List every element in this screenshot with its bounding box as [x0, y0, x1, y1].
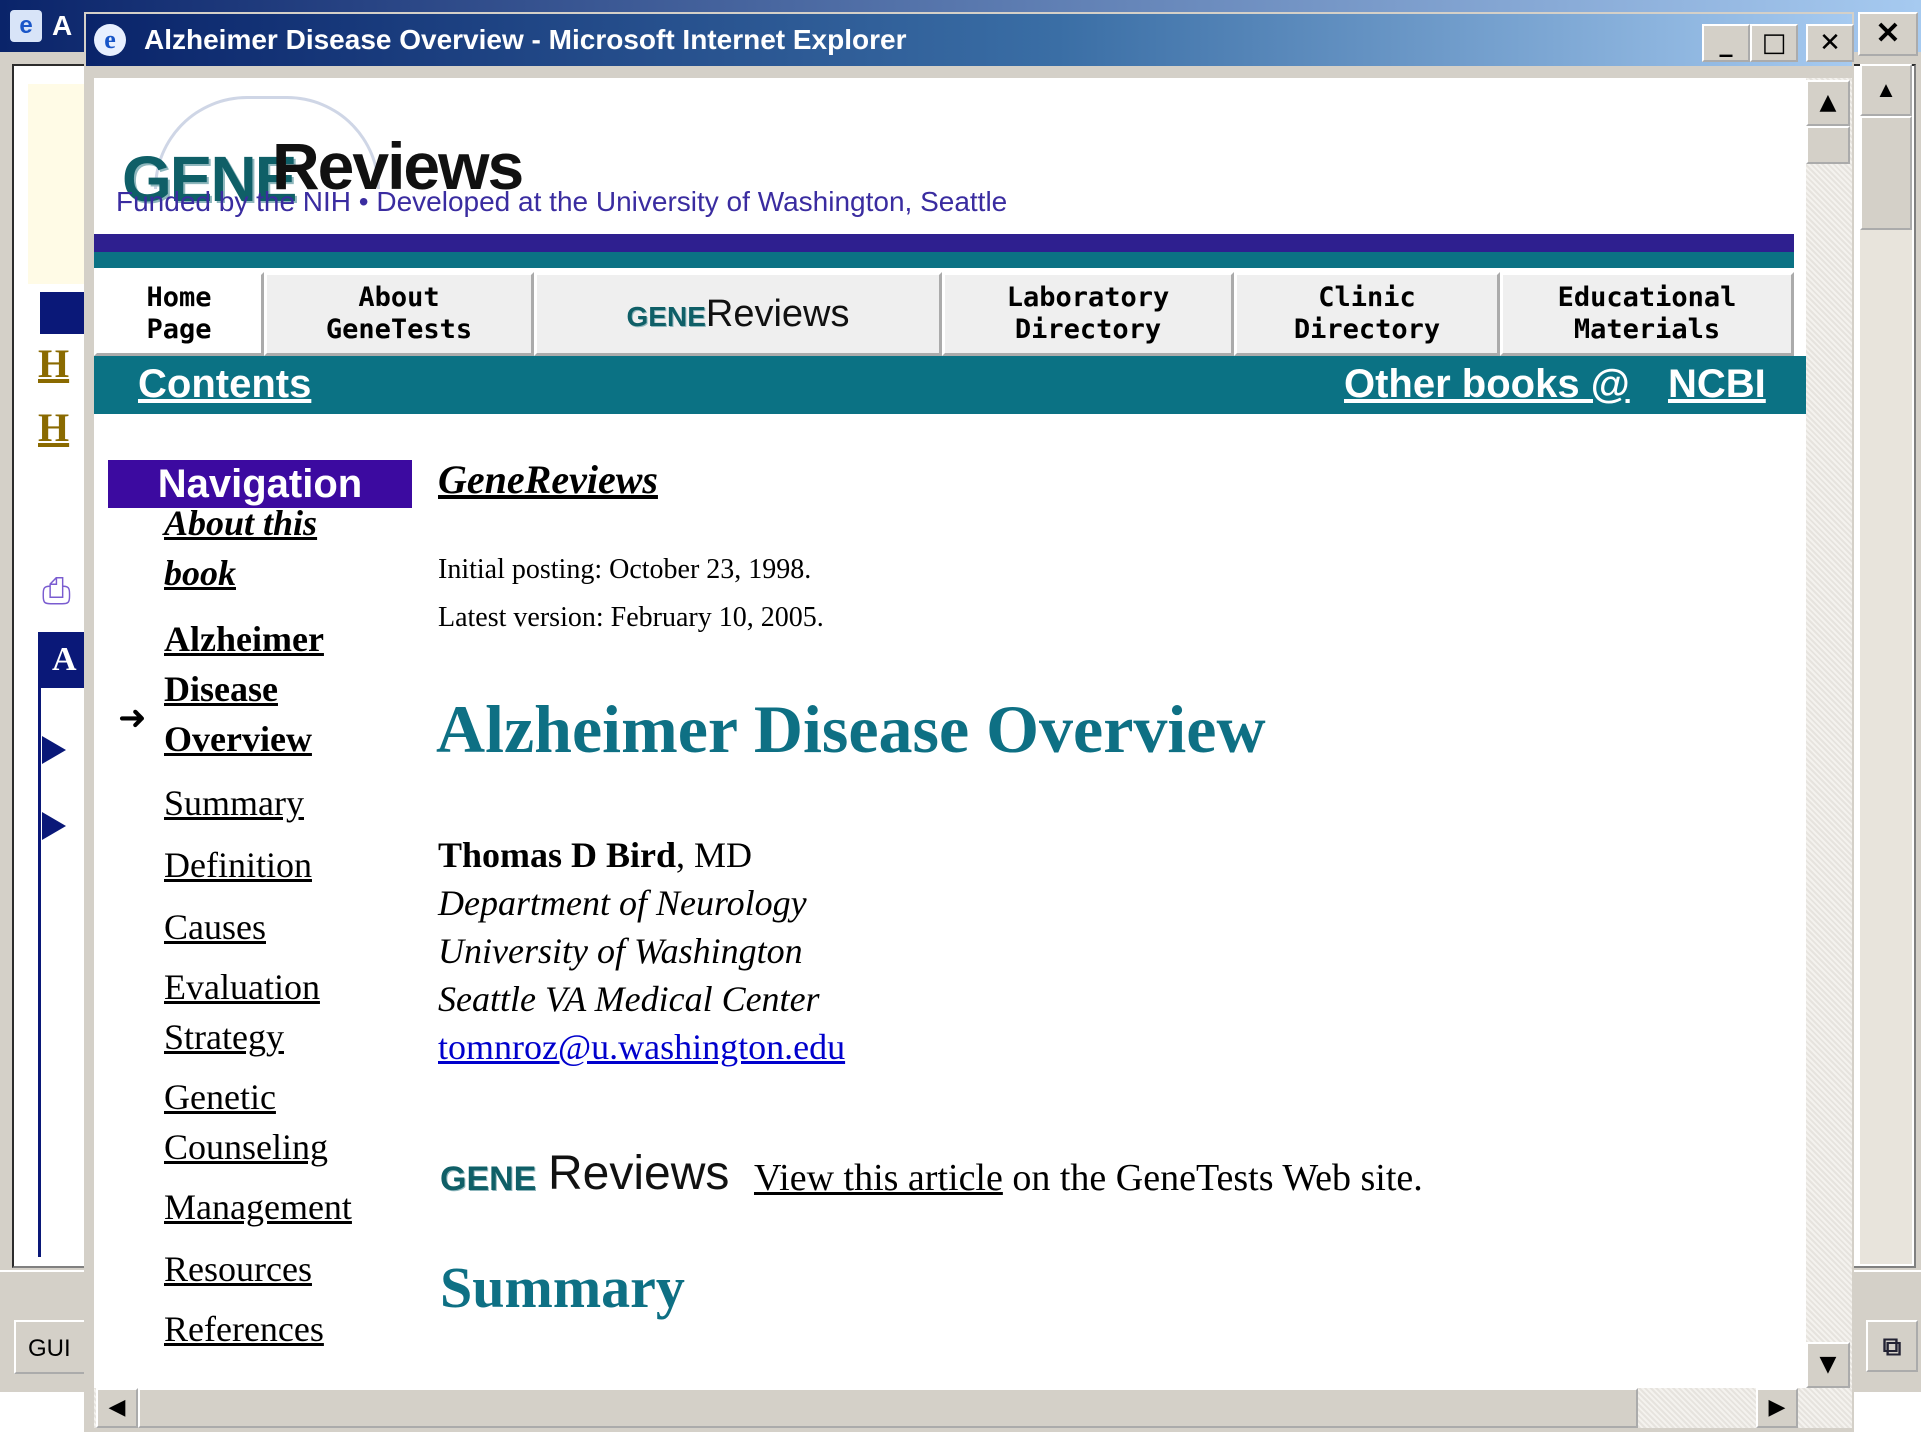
maximize-button[interactable]: □	[1750, 24, 1798, 62]
nav-link-label: Overview	[164, 719, 312, 759]
banner-tagline: Funded by the NIH • Developed at the Uni…	[116, 186, 1008, 217]
nav-link-label: Genetic	[164, 1077, 276, 1117]
nav-link-label: About this	[164, 503, 318, 543]
ie-icon: e	[94, 24, 126, 56]
initial-posting: Initial posting: October 23, 1998.	[438, 554, 812, 585]
contents-link[interactable]: Contents	[138, 362, 311, 407]
vertical-scroll-thumb[interactable]	[1806, 126, 1850, 164]
scroll-right-button[interactable]: ▶	[1756, 1388, 1798, 1428]
nav-causes[interactable]: Causes	[164, 902, 266, 952]
genetests-sentence-rest: on the GeneTests Web site.	[1002, 1157, 1423, 1199]
nav-summary[interactable]: Summary	[164, 778, 304, 828]
tab-label: Clinic	[1318, 282, 1416, 313]
genetests-sentence: View this article on the GeneTests Web s…	[754, 1156, 1423, 1200]
scroll-down-button[interactable]: ▼	[1806, 1342, 1850, 1388]
tab-home-page[interactable]: Home Page	[94, 272, 264, 356]
tab-label: Directory	[1014, 314, 1162, 345]
author-suffix: , MD	[676, 835, 753, 875]
nav-about-this-book[interactable]: About this book	[164, 498, 317, 598]
printer-icon[interactable]: ⎙	[42, 570, 71, 613]
background-close-button[interactable]: ✕	[1858, 12, 1918, 56]
tab-educational-materials[interactable]: Educational Materials	[1500, 272, 1794, 356]
background-scroll-thumb[interactable]	[1860, 116, 1912, 230]
tab-logo-reviews: Reviews	[705, 292, 850, 335]
view-article-link[interactable]: View this article	[754, 1157, 1003, 1199]
genetests-logo-reviews: Reviews	[548, 1147, 730, 1200]
ncbi-link[interactable]: NCBI	[1668, 362, 1766, 407]
tab-label: Materials	[1573, 314, 1721, 345]
nav-references[interactable]: References	[164, 1304, 324, 1354]
scroll-left-button[interactable]: ◀	[96, 1388, 138, 1428]
tab-laboratory-directory[interactable]: Laboratory Directory	[942, 272, 1234, 356]
nav-link-label: Evaluation	[164, 967, 320, 1007]
nav-link-label: book	[164, 553, 236, 593]
nav-definition[interactable]: Definition	[164, 840, 312, 890]
vertical-scrollbar[interactable]	[1806, 78, 1852, 1388]
close-button[interactable]: ✕	[1806, 24, 1854, 62]
nav-link-label: Strategy	[164, 1017, 284, 1057]
nav-alzheimer-disease-overview[interactable]: Alzheimer Disease Overview	[164, 614, 324, 764]
author-name: Thomas D Bird	[438, 835, 677, 875]
horizontal-scroll-thumb[interactable]	[138, 1388, 1638, 1428]
page-viewport: GENE Reviews Funded by the NIH • Develop…	[94, 78, 1806, 1388]
tab-label: Educational	[1557, 282, 1737, 313]
window-title: Alzheimer Disease Overview - Microsoft I…	[144, 24, 907, 55]
title-bar[interactable]: e Alzheimer Disease Overview - Microsoft…	[86, 14, 1852, 66]
affiliation: Department of Neurology	[438, 883, 807, 923]
tab-label: Page	[146, 314, 212, 345]
minimize-button[interactable]: _	[1702, 24, 1750, 62]
author-line: Thomas D Bird, MD	[438, 834, 752, 876]
background-link[interactable]: H	[38, 404, 69, 451]
genetests-logo-gene: GENE	[440, 1160, 537, 1198]
affiliation: Seattle VA Medical Center	[438, 979, 820, 1019]
background-scroll-up-button[interactable]: ▲	[1860, 64, 1912, 116]
scroll-up-button[interactable]: ▲	[1806, 80, 1850, 126]
nav-resources[interactable]: Resources	[164, 1244, 312, 1294]
tab-label: About	[358, 282, 440, 313]
nav-evaluation-strategy[interactable]: Evaluation Strategy	[164, 962, 320, 1062]
background-vertical-scrollbar[interactable]	[1860, 64, 1912, 1264]
page-title: Alzheimer Disease Overview	[436, 691, 1266, 767]
tab-genereviews[interactable]: GENEReviews	[534, 272, 942, 356]
tab-clinic-directory[interactable]: Clinic Directory	[1234, 272, 1500, 356]
other-books-link[interactable]: Other books @	[1344, 362, 1630, 407]
tab-about-genetests[interactable]: About GeneTests	[264, 272, 534, 356]
tab-logo-gene: GENE	[626, 300, 706, 332]
ie-icon: e	[10, 10, 42, 42]
nav-link-label: Disease	[164, 669, 278, 709]
ie-window: e Alzheimer Disease Overview - Microsoft…	[84, 12, 1854, 1432]
tab-label: GeneTests	[325, 314, 473, 345]
tab-label: Home	[146, 282, 212, 313]
nav-link-label: Alzheimer	[164, 619, 324, 659]
divider	[94, 234, 1794, 252]
contents-bar: Contents Other books @ NCBI	[94, 356, 1806, 414]
tray-icon[interactable]: ⧉	[1866, 1320, 1918, 1372]
play-triangle-icon[interactable]	[42, 812, 66, 840]
top-nav-tabs: Home Page About GeneTests GENEReviews Labo…	[94, 272, 1794, 356]
divider	[94, 252, 1794, 268]
tab-label: Directory	[1293, 314, 1441, 345]
summary-heading: Summary	[440, 1255, 685, 1320]
genereviews-banner: GENE Reviews Funded by the NIH • Develop…	[94, 78, 1806, 238]
play-triangle-icon[interactable]	[42, 736, 66, 764]
nav-genetic-counseling[interactable]: Genetic Counseling	[164, 1072, 328, 1172]
latest-version: Latest version: February 10, 2005.	[438, 602, 824, 633]
affiliation: University of Washington	[438, 931, 803, 971]
genereviews-heading-link[interactable]: GeneReviews	[438, 456, 658, 503]
current-page-arrow-icon: ➜	[118, 698, 147, 738]
nav-management[interactable]: Management	[164, 1182, 352, 1232]
background-title-text: A	[52, 10, 73, 41]
author-email-link[interactable]: tomnroz@u.washington.edu	[438, 1026, 845, 1068]
nav-link-label: Counseling	[164, 1127, 329, 1167]
tab-label: Laboratory	[1006, 282, 1170, 313]
background-link[interactable]: H	[38, 340, 69, 387]
